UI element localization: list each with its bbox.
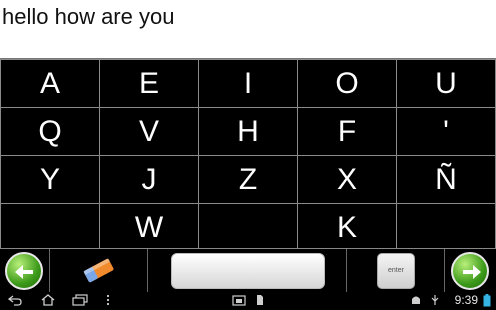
key-empty-3 bbox=[396, 203, 496, 252]
key-u[interactable]: U bbox=[396, 59, 496, 108]
key-f[interactable]: F bbox=[297, 107, 397, 156]
back-arrow-button[interactable] bbox=[5, 252, 43, 290]
overflow-menu-icon[interactable] bbox=[106, 294, 110, 309]
space-bar[interactable] bbox=[171, 253, 325, 289]
key-z[interactable]: Z bbox=[198, 155, 298, 204]
key-n-tilde[interactable]: Ñ bbox=[396, 155, 496, 204]
back-cell bbox=[0, 249, 50, 293]
enter-key[interactable]: enter bbox=[377, 253, 415, 289]
system-status-bar: 9:39 bbox=[0, 292, 496, 310]
nav-back-icon[interactable] bbox=[7, 294, 22, 309]
battery-icon bbox=[483, 294, 491, 310]
key-h[interactable]: H bbox=[198, 107, 298, 156]
nav-home-icon[interactable] bbox=[40, 294, 56, 309]
screenshot-notification-icon bbox=[232, 294, 246, 309]
key-j[interactable]: J bbox=[99, 155, 199, 204]
keyboard-toolbar: enter bbox=[0, 248, 496, 293]
key-apostrophe[interactable]: ' bbox=[396, 107, 496, 156]
eraser-button[interactable] bbox=[50, 249, 148, 293]
usb-icon bbox=[430, 294, 440, 309]
key-v[interactable]: V bbox=[99, 107, 199, 156]
typed-text: hello how are you bbox=[2, 4, 175, 29]
key-o[interactable]: O bbox=[297, 59, 397, 108]
key-i[interactable]: I bbox=[198, 59, 298, 108]
key-q[interactable]: Q bbox=[0, 107, 100, 156]
eraser-icon bbox=[83, 258, 114, 283]
key-w[interactable]: W bbox=[99, 203, 199, 252]
key-x[interactable]: X bbox=[297, 155, 397, 204]
key-empty-1 bbox=[0, 203, 100, 252]
key-e[interactable]: E bbox=[99, 59, 199, 108]
forward-cell bbox=[445, 249, 496, 293]
sd-card-icon bbox=[256, 294, 264, 309]
green-right-arrow-icon bbox=[463, 265, 481, 279]
key-y[interactable]: Y bbox=[0, 155, 100, 204]
android-debug-icon bbox=[410, 294, 422, 309]
key-a[interactable]: A bbox=[0, 59, 100, 108]
keyboard-grid: A E I O U Q V H F ' Y J Z X Ñ W K bbox=[0, 58, 496, 252]
green-left-arrow-icon bbox=[15, 265, 33, 279]
key-k[interactable]: K bbox=[297, 203, 397, 252]
status-clock: 9:39 bbox=[454, 293, 478, 307]
forward-arrow-button[interactable] bbox=[451, 252, 489, 290]
nav-recents-icon[interactable] bbox=[72, 294, 88, 309]
key-empty-2 bbox=[198, 203, 298, 252]
text-display-area: hello how are you bbox=[0, 0, 496, 58]
